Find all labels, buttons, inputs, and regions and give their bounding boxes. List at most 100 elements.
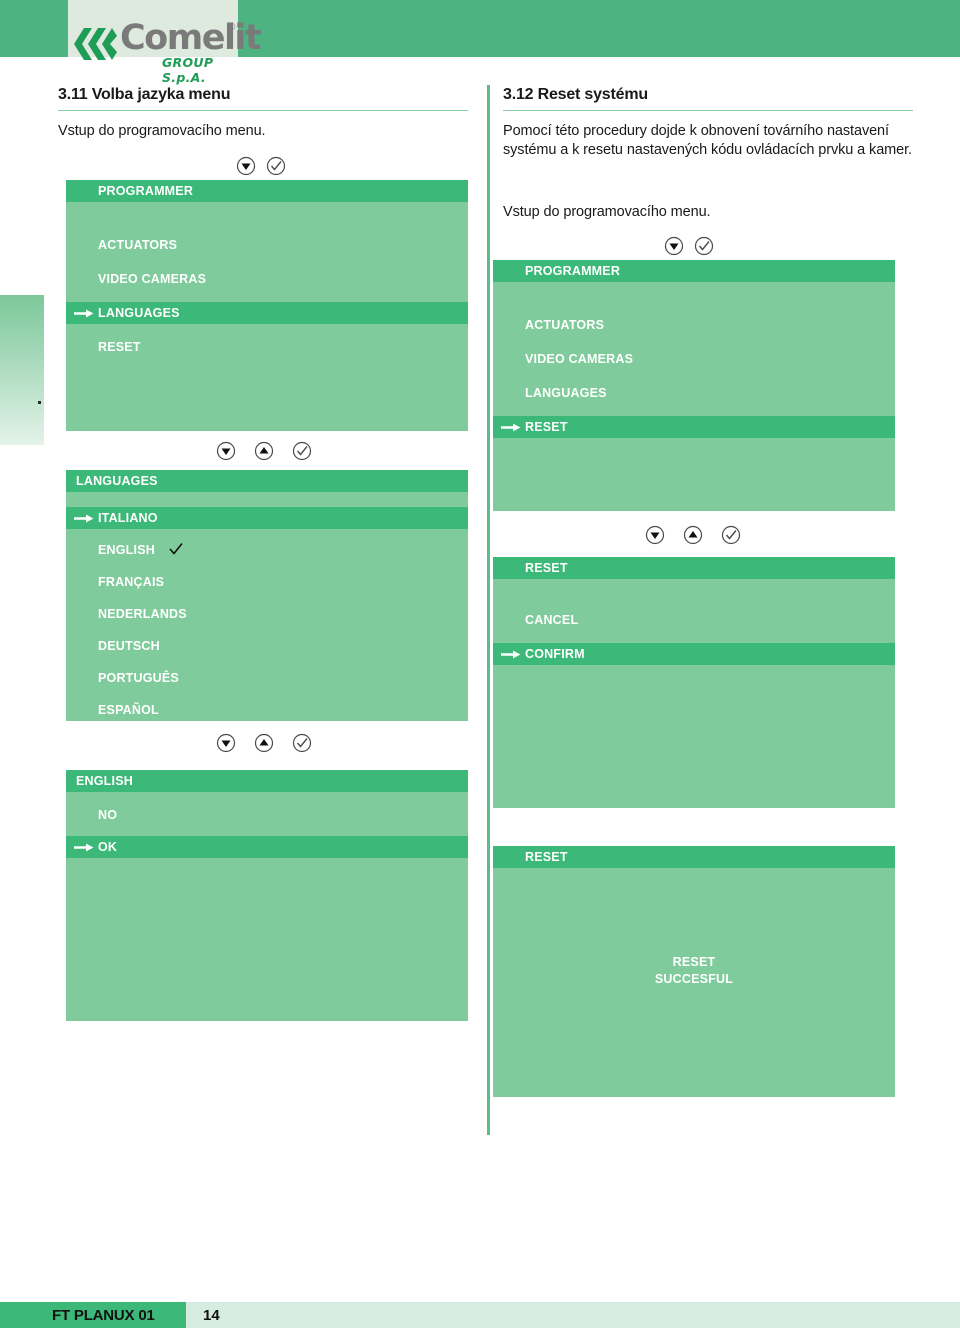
selection-arrow-icon — [501, 423, 521, 432]
menu-row-label: PORTUGUÊS — [98, 671, 179, 685]
up-arrow-button-icon[interactable] — [254, 733, 274, 753]
comelit-logo: Comelit ® GROUP S.p.A. — [72, 18, 262, 85]
check-button-icon[interactable] — [721, 525, 741, 545]
menu-row-deutsch[interactable]: DEUTSCH — [66, 635, 468, 657]
menu-row-languages[interactable]: LANGUAGES — [66, 302, 468, 324]
menu-row-label: ITALIANO — [98, 511, 158, 525]
left-screen-english-confirm: ENGLISH NO OK — [66, 770, 468, 1021]
right-intro-text: Vstup do programovacího menu. — [503, 204, 711, 220]
selection-arrow-icon — [74, 309, 94, 318]
check-button-icon[interactable] — [292, 441, 312, 461]
left-screen1-button-group — [236, 156, 306, 176]
check-button-icon[interactable] — [266, 156, 286, 176]
screen-titlebar: PROGRAMMER — [493, 260, 895, 282]
menu-row-reset[interactable]: RESET — [66, 336, 468, 358]
menu-row-cancel[interactable]: CANCEL — [493, 609, 895, 631]
screen-title: ENGLISH — [76, 774, 133, 788]
footer-page-number: 14 — [203, 1307, 220, 1324]
menu-row-label: ESPAÑOL — [98, 703, 159, 717]
column-divider — [487, 85, 490, 1135]
checkmark-icon — [169, 543, 183, 555]
menu-row-portugues[interactable]: PORTUGUÊS — [66, 667, 468, 689]
right-section-rule — [503, 110, 913, 111]
right-description-line-2: systému a k resetu nastavených kódu ovlá… — [503, 142, 912, 158]
right-screen-reset-confirm: RESET CANCEL CONFIRM — [493, 557, 895, 808]
menu-row-label: OK — [98, 840, 118, 854]
menu-row-italiano[interactable]: ITALIANO — [66, 507, 468, 529]
down-arrow-button-icon[interactable] — [216, 441, 236, 461]
screen-title: PROGRAMMER — [525, 264, 621, 278]
menu-row-label: CONFIRM — [525, 647, 585, 661]
menu-row-no[interactable]: NO — [66, 804, 468, 826]
left-section-rule — [58, 110, 468, 111]
selection-arrow-icon — [74, 843, 94, 852]
right-screen-programmer: PROGRAMMER ACTUATORS VIDEO CAMERAS LANGU… — [493, 260, 895, 511]
menu-row-label: RESET — [525, 420, 568, 434]
logo-subtitle: GROUP S.p.A. — [162, 55, 214, 85]
left-screen-languages: LANGUAGES ITALIANO ENGLISH FRANÇAIS NEDE… — [66, 470, 468, 721]
up-arrow-button-icon[interactable] — [683, 525, 703, 545]
left-section-title: 3.11 Volba jazyka menu — [58, 86, 231, 103]
down-arrow-button-icon[interactable] — [645, 525, 665, 545]
menu-row-label: DEUTSCH — [98, 639, 160, 653]
menu-row-languages[interactable]: LANGUAGES — [493, 382, 895, 404]
menu-row-label: LANGUAGES — [98, 306, 180, 320]
comelit-logo-mark — [74, 28, 117, 60]
screen-titlebar: PROGRAMMER — [66, 180, 468, 202]
reset-result-message-line-1: RESET — [672, 955, 716, 969]
down-arrow-button-icon[interactable] — [236, 156, 256, 176]
menu-row-label: ACTUATORS — [98, 238, 178, 252]
menu-row-label: CANCEL — [525, 613, 579, 627]
menu-row-reset[interactable]: RESET — [493, 416, 895, 438]
screen-title: RESET — [525, 850, 568, 864]
page-edge-artifact — [0, 295, 44, 445]
menu-row-label: NEDERLANDS — [98, 607, 187, 621]
menu-row-confirm[interactable]: CONFIRM — [493, 643, 895, 665]
menu-row-label: VIDEO CAMERAS — [98, 272, 207, 286]
screen-title: PROGRAMMER — [98, 184, 194, 198]
page-edge-speck — [38, 401, 41, 404]
menu-row-english[interactable]: ENGLISH — [66, 539, 468, 561]
check-button-icon[interactable] — [694, 236, 714, 256]
check-button-icon[interactable] — [292, 733, 312, 753]
logo-wordmark: Comelit — [120, 18, 262, 58]
screen-titlebar: RESET — [493, 557, 895, 579]
menu-row-video-cameras[interactable]: VIDEO CAMERAS — [66, 268, 468, 290]
menu-row-actuators[interactable]: ACTUATORS — [493, 314, 895, 336]
menu-row-label: ACTUATORS — [525, 318, 605, 332]
selection-arrow-icon — [501, 650, 521, 659]
menu-row-label: LANGUAGES — [525, 386, 607, 400]
screen-titlebar: ENGLISH — [66, 770, 468, 792]
right-section-title: 3.12 Reset systému — [503, 86, 648, 103]
down-arrow-button-icon[interactable] — [664, 236, 684, 256]
left-screen-programmer: PROGRAMMER ACTUATORS VIDEO CAMERAS LANGU… — [66, 180, 468, 431]
menu-row-label: ENGLISH — [98, 543, 155, 557]
down-arrow-button-icon[interactable] — [216, 733, 236, 753]
menu-row-video-cameras[interactable]: VIDEO CAMERAS — [493, 348, 895, 370]
menu-row-actuators[interactable]: ACTUATORS — [66, 234, 468, 256]
menu-row-label: FRANÇAIS — [98, 575, 165, 589]
screen-titlebar: LANGUAGES — [66, 470, 468, 492]
menu-row-nederlands[interactable]: NEDERLANDS — [66, 603, 468, 625]
screen-titlebar: RESET — [493, 846, 895, 868]
reset-result-message-line-2: SUCCESFUL — [654, 972, 734, 986]
right-screen1-button-group — [664, 236, 734, 256]
right-screen-reset-result: RESET RESET SUCCESFUL — [493, 846, 895, 1097]
menu-row-label: RESET — [98, 340, 141, 354]
up-arrow-button-icon[interactable] — [254, 441, 274, 461]
left-screen3-button-group — [216, 733, 326, 753]
right-description-line-1: Pomocí této procedury dojde k obnovení t… — [503, 123, 889, 139]
footer-document-code: FT PLANUX 01 — [52, 1307, 155, 1324]
left-screen2-button-group — [216, 441, 326, 461]
menu-row-label: VIDEO CAMERAS — [525, 352, 634, 366]
menu-row-label: NO — [98, 808, 118, 822]
left-intro-text: Vstup do programovacího menu. — [58, 123, 266, 139]
right-screen2-button-group — [645, 525, 755, 545]
screen-title: RESET — [525, 561, 568, 575]
menu-row-espanol[interactable]: ESPAÑOL — [66, 699, 468, 721]
menu-row-ok[interactable]: OK — [66, 836, 468, 858]
menu-row-francais[interactable]: FRANÇAIS — [66, 571, 468, 593]
logo-registered-mark: ® — [228, 22, 236, 33]
selection-arrow-icon — [74, 514, 94, 523]
screen-title: LANGUAGES — [76, 474, 158, 488]
